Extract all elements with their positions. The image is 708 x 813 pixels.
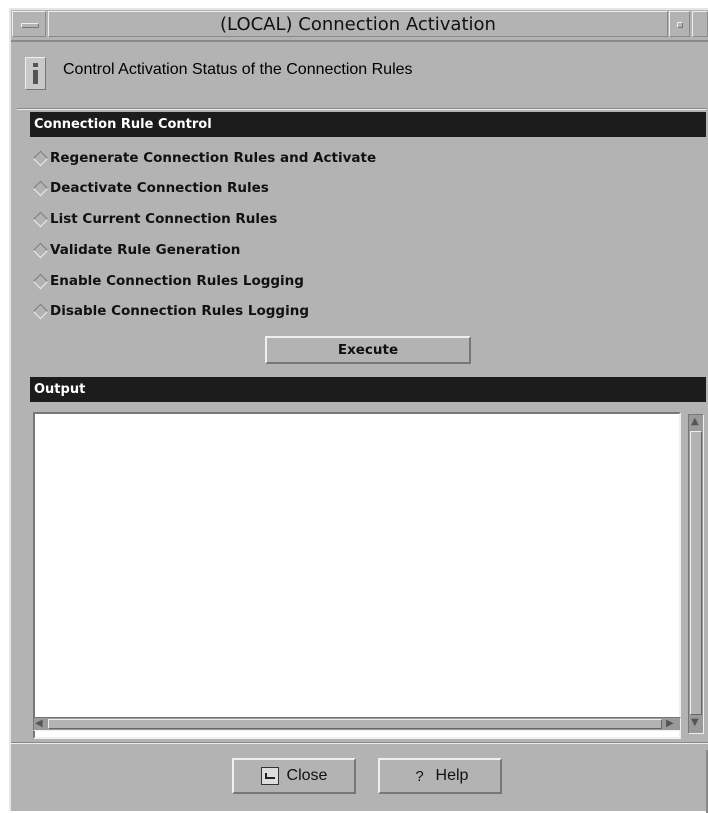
help-button-label: Help xyxy=(435,767,469,784)
option-disable-logging[interactable]: Disable Connection Rules Logging xyxy=(32,301,309,321)
output-vertical-scrollbar[interactable]: ▲ ▼ xyxy=(688,414,704,734)
scroll-up-arrow-icon[interactable]: ▲ xyxy=(691,416,699,428)
connection-rule-control-header: Connection Rule Control xyxy=(30,112,706,137)
window-menu-icon xyxy=(21,23,39,28)
output-horizontal-scrollbar[interactable]: ◀ ▶ xyxy=(33,717,681,731)
title-bar: (LOCAL) Connection Activation xyxy=(11,10,708,42)
header-divider xyxy=(17,108,706,110)
radio-diamond-icon xyxy=(32,211,49,227)
window-title[interactable]: (LOCAL) Connection Activation xyxy=(48,11,668,37)
minimize-icon xyxy=(677,22,683,28)
option-validate-generation[interactable]: Validate Rule Generation xyxy=(32,240,240,260)
close-button[interactable]: Close xyxy=(232,758,356,794)
scroll-left-arrow-icon[interactable]: ◀ xyxy=(35,718,43,730)
scroll-down-arrow-icon[interactable]: ▼ xyxy=(691,717,699,729)
close-button-label: Close xyxy=(286,767,328,784)
connection-activation-window: (LOCAL) Connection Activation Control Ac… xyxy=(9,8,708,813)
option-label: List Current Connection Rules xyxy=(50,211,278,227)
vertical-scroll-thumb[interactable] xyxy=(690,431,702,715)
maximize-button[interactable] xyxy=(692,11,708,37)
radio-diamond-icon xyxy=(32,273,49,289)
page-title: Control Activation Status of the Connect… xyxy=(63,61,413,78)
help-question-icon: ? xyxy=(415,767,424,785)
minimize-button[interactable] xyxy=(669,11,690,37)
horizontal-scroll-thumb[interactable] xyxy=(48,719,662,729)
output-text-area[interactable] xyxy=(35,414,679,737)
option-list-current[interactable]: List Current Connection Rules xyxy=(32,209,277,229)
option-label: Regenerate Connection Rules and Activate xyxy=(50,150,377,166)
option-regenerate-activate[interactable]: Regenerate Connection Rules and Activate xyxy=(32,148,376,168)
option-label: Enable Connection Rules Logging xyxy=(50,273,304,289)
radio-diamond-icon xyxy=(32,150,49,166)
option-label: Deactivate Connection Rules xyxy=(50,180,269,196)
window-frame-edge xyxy=(0,0,9,811)
option-enable-logging[interactable]: Enable Connection Rules Logging xyxy=(32,271,304,291)
output-panel xyxy=(33,412,681,739)
execute-button[interactable]: Execute xyxy=(265,336,471,364)
help-button[interactable]: ? Help xyxy=(378,758,502,794)
option-label: Disable Connection Rules Logging xyxy=(50,303,309,319)
option-deactivate[interactable]: Deactivate Connection Rules xyxy=(32,178,269,198)
output-header: Output xyxy=(30,377,706,402)
footer-divider xyxy=(11,742,708,744)
radio-diamond-icon xyxy=(32,180,49,196)
close-door-icon xyxy=(260,767,279,785)
radio-diamond-icon xyxy=(32,242,49,258)
radio-diamond-icon xyxy=(32,303,49,319)
option-label: Validate Rule Generation xyxy=(50,242,241,258)
info-icon xyxy=(25,57,46,90)
scroll-right-arrow-icon[interactable]: ▶ xyxy=(666,718,674,730)
window-menu-button[interactable] xyxy=(12,11,46,37)
page-header: Control Activation Status of the Connect… xyxy=(11,40,708,108)
